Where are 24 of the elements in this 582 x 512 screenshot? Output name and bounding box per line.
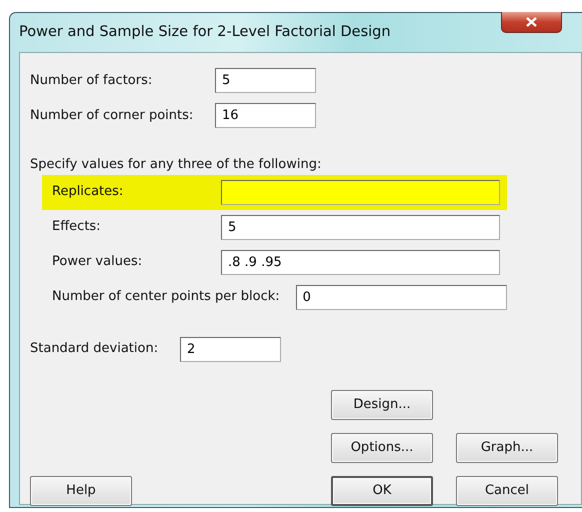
instruction-text: Specify values for any three of the following: [30, 156, 322, 174]
field-label: Number of center points per block: [52, 288, 280, 306]
dialog-button[interactable]: Graph... [456, 432, 558, 462]
input-field[interactable]: 5 [215, 68, 316, 93]
field-label: Number of factors: [30, 72, 154, 90]
input-field[interactable]: 0 [296, 284, 507, 310]
dialog-button[interactable]: Design... [330, 390, 433, 420]
window-title: Power and Sample Size for 2-Level Factorial Design [19, 22, 391, 42]
field-label: Number of corner points: [30, 106, 194, 125]
dialog-button[interactable]: Cancel [456, 476, 558, 506]
input-field[interactable] [221, 180, 500, 204]
input-field[interactable]: .8 .9 .95 [221, 250, 500, 274]
close-icon [526, 17, 537, 27]
dialog-button[interactable]: Options... [330, 432, 433, 462]
dialog-button[interactable]: OK [330, 476, 433, 506]
field-label: Power values: [52, 253, 144, 272]
dialog-button[interactable]: Help [30, 476, 132, 506]
field-label: Replicates: [52, 183, 124, 202]
input-field[interactable]: 16 [215, 103, 316, 128]
input-field[interactable]: 5 [221, 214, 500, 240]
field-label: Standard deviation: [30, 340, 160, 358]
input-field[interactable]: 2 [180, 336, 281, 362]
field-label: Effects: [52, 218, 102, 236]
close-button[interactable] [501, 12, 562, 33]
